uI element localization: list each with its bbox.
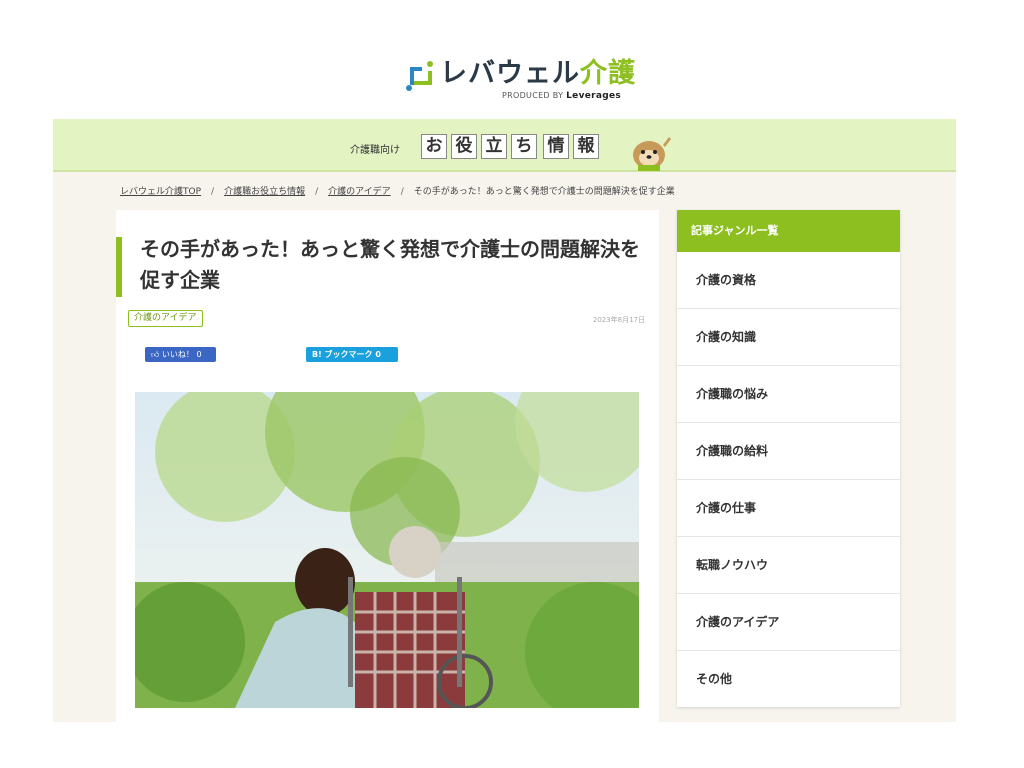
hero-image [135, 392, 639, 708]
article-card: その手があった！あっと驚く発想で介護士の問題解決を促す企業 介護のアイデア 20… [116, 210, 659, 722]
breadcrumb-current: その手があった！あっと驚く発想で介護士の問題解決を促す企業 [413, 187, 675, 197]
banner-char: ち [511, 134, 537, 159]
article-title: その手があった！あっと驚く発想で介護士の問題解決を促す企業 [140, 237, 640, 292]
sidebar-item-knowledge[interactable]: 介護の知識 [677, 309, 900, 366]
banner-label: 介護職向け [350, 145, 400, 156]
logo-produced-by: PRODUCED BY Leverages [502, 91, 622, 101]
sidebar-item-ideas[interactable]: 介護のアイデア [677, 594, 900, 651]
logo-mark-icon [406, 61, 433, 91]
mascot-icon [633, 137, 671, 171]
banner-char: 報 [573, 134, 599, 159]
sidebar-item-worries[interactable]: 介護職の悩み [677, 366, 900, 423]
facebook-like-button[interactable]: 👍︎ いいね！ 0 [145, 347, 216, 362]
logo-text-main: レバウェル [440, 58, 580, 89]
site-logo[interactable]: レバウェル介護 PRODUCED BY Leverages [404, 57, 635, 107]
breadcrumb-link-category[interactable]: 介護のアイデア [328, 187, 391, 197]
section-banner: 介護職向け お 役 立 ち 情 報 [53, 119, 956, 172]
sidebar-item-qualifications[interactable]: 介護の資格 [677, 252, 900, 309]
banner-char: 役 [451, 134, 477, 159]
sidebar-item-job-change[interactable]: 転職ノウハウ [677, 537, 900, 594]
sidebar-heading: 記事ジャンル一覧 [677, 210, 900, 252]
banner-char: 情 [543, 134, 569, 159]
banner-char: お [421, 134, 447, 159]
banner-title[interactable]: お 役 立 ち 情 報 [421, 134, 599, 159]
banner-char: 立 [481, 134, 507, 159]
hatena-bookmark-button[interactable]: B! ブックマーク 0 [306, 347, 398, 362]
logo-brand: Leverages [566, 91, 622, 101]
breadcrumb-link-top[interactable]: レバウェル介護TOP [120, 187, 201, 197]
article-date: 2023年8月17日 [592, 316, 645, 324]
category-tag[interactable]: 介護のアイデア [128, 310, 203, 327]
category-sidebar: 記事ジャンル一覧 介護の資格 介護の知識 介護職の悩み 介護職の給料 介護の仕事… [677, 210, 900, 707]
sidebar-item-other[interactable]: その他 [677, 651, 900, 707]
logo-text-accent: 介護 [580, 58, 636, 89]
breadcrumb-link-info[interactable]: 介護職お役立ち情報 [224, 187, 305, 197]
thumbs-up-icon: 👍︎ [151, 350, 160, 359]
breadcrumb: レバウェル介護TOP / 介護職お役立ち情報 / 介護のアイデア / その手があった！あっと… [120, 187, 675, 197]
sidebar-item-salary[interactable]: 介護職の給料 [677, 423, 900, 480]
sidebar-item-work[interactable]: 介護の仕事 [677, 480, 900, 537]
title-accent-bar [116, 237, 122, 297]
